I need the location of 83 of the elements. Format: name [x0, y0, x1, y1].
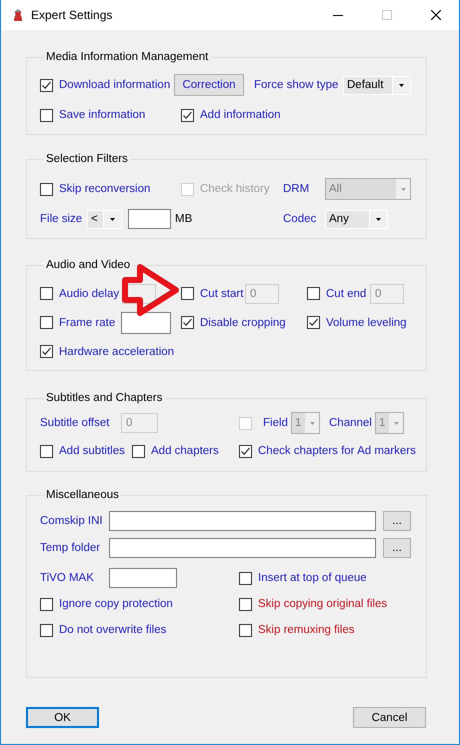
field-label: Field [263, 417, 289, 429]
checkbox[interactable] [40, 316, 53, 329]
checkbox[interactable] [181, 287, 194, 300]
field-label: Force show type [254, 79, 340, 91]
input-field[interactable] [109, 568, 177, 588]
group-title: Miscellaneous [45, 488, 120, 502]
input-field[interactable] [128, 209, 171, 229]
checkbox-label[interactable]: Skip copying original files [258, 598, 388, 610]
input-field: 0 [370, 284, 404, 304]
checkbox-label[interactable]: Save information [59, 109, 146, 121]
checkbox[interactable] [40, 108, 53, 122]
checkbox[interactable] [181, 316, 194, 329]
field-label: Subtitle offset [40, 417, 110, 429]
browse-button[interactable]: ... [383, 538, 411, 558]
field-label: Temp folder [40, 542, 102, 554]
checkbox[interactable] [307, 287, 320, 300]
checkbox[interactable] [40, 624, 53, 636]
checkbox-label[interactable]: Cut start [200, 288, 244, 300]
checkbox[interactable] [239, 624, 252, 636]
checkbox[interactable] [239, 598, 252, 610]
correction-button[interactable]: Correction [174, 74, 244, 96]
input-field[interactable] [109, 538, 376, 558]
cancel-button[interactable]: Cancel [353, 707, 426, 728]
field-label: Channel [329, 417, 373, 429]
dropdown: All [325, 178, 411, 200]
checkbox-label[interactable]: Check chapters for Ad markers [258, 445, 416, 457]
browse-button[interactable]: ... [383, 511, 411, 531]
checkbox[interactable] [40, 287, 53, 300]
checkbox[interactable] [40, 345, 53, 358]
caret-icon [376, 218, 381, 220]
caret-icon [394, 422, 398, 424]
checkbox-label[interactable]: Ignore copy protection [59, 598, 173, 610]
checkbox[interactable] [181, 108, 194, 122]
checkbox-label[interactable]: Hardware acceleration [59, 346, 174, 358]
checkbox[interactable] [239, 572, 252, 584]
checkbox-label[interactable]: Cut end [326, 288, 366, 300]
dropdown[interactable]: Default [343, 76, 411, 94]
checkbox-label[interactable]: Frame rate [59, 316, 116, 328]
checkbox[interactable] [239, 444, 252, 458]
checkbox[interactable] [132, 444, 145, 458]
checkbox[interactable] [40, 598, 53, 610]
group-title: Subtitles and Chapters [45, 391, 164, 405]
checkbox[interactable] [40, 444, 53, 458]
window-title: Expert Settings [31, 8, 112, 22]
checkbox[interactable] [40, 78, 53, 92]
checkbox[interactable] [40, 182, 53, 196]
unit-label: MB [175, 213, 194, 225]
group-title: Media Information Management [45, 50, 210, 64]
input-field[interactable] [109, 511, 376, 531]
checkbox-label: Check history [200, 183, 270, 195]
dropdown[interactable]: Any [325, 210, 388, 228]
checkbox-label[interactable]: Audio delay [59, 288, 120, 300]
checkbox-label[interactable]: Skip remuxing files [258, 624, 355, 636]
close-icon[interactable] [431, 10, 441, 20]
dropdown: 1 [375, 412, 404, 434]
app-icon [11, 8, 25, 22]
dropdown[interactable]: < [87, 210, 122, 228]
ok-button[interactable]: OK [26, 707, 99, 728]
caret-icon [399, 84, 404, 86]
caret-icon [400, 188, 406, 190]
input-field: 0 [121, 413, 158, 433]
checkbox-label[interactable]: Volume leveling [326, 316, 407, 328]
input-field[interactable] [121, 312, 171, 334]
field-label: TiVO MAK [40, 572, 95, 584]
checkbox-label[interactable]: Disable cropping [200, 316, 286, 328]
field-label: DRM [283, 183, 310, 195]
field-label: Comskip INI [40, 515, 104, 527]
checkbox-label[interactable]: Insert at top of queue [258, 572, 367, 584]
caret-icon [110, 218, 115, 220]
checkbox-label[interactable]: Add chapters [151, 445, 219, 457]
field-label: File size [40, 213, 84, 225]
group-title: Audio and Video [45, 258, 132, 272]
checkbox[interactable] [307, 316, 320, 329]
checkbox-label[interactable]: Download information [59, 79, 170, 91]
checkbox-label[interactable]: Skip reconversion [59, 183, 150, 195]
dropdown: 1 [291, 412, 320, 434]
input-field: 0 [245, 284, 279, 304]
caret-icon [310, 422, 314, 424]
group-title: Selection Filters [45, 152, 129, 166]
field-label: Codec [283, 213, 318, 225]
checkbox-label[interactable]: Add subtitles [59, 445, 125, 457]
checkbox-label[interactable]: Do not overwrite files [59, 624, 166, 636]
checkbox-label[interactable]: Add information [200, 109, 281, 121]
